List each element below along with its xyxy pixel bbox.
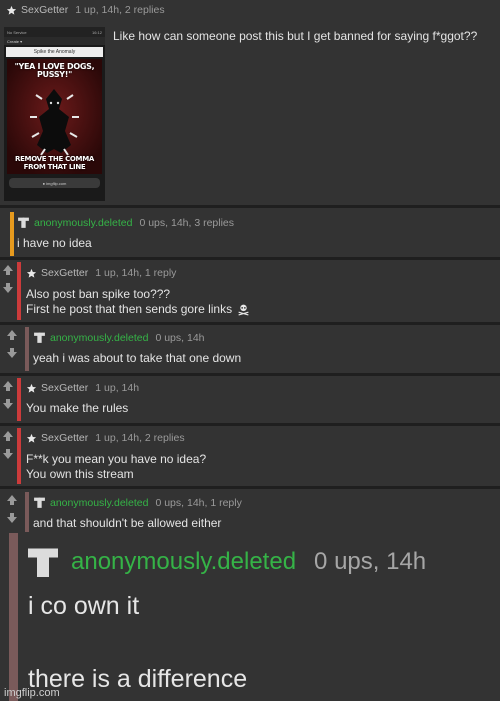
- comment-6: anonymously.deleted 0 ups, 14h, 1 reply …: [0, 489, 500, 701]
- comment-text: yeah i was about to take that one down: [33, 351, 242, 365]
- vote-controls: [4, 329, 20, 359]
- vote-controls: [0, 264, 16, 294]
- phone-toolbar: Create ▾: [4, 37, 105, 45]
- upvote-arrow-icon[interactable]: [2, 264, 14, 276]
- skull-crossbones-icon: [237, 303, 250, 316]
- vote-controls: [4, 494, 20, 524]
- comment-text: and that shouldn't be allowed either: [33, 516, 222, 530]
- thread-bar: [17, 262, 21, 320]
- comment-meta: 1 up, 14h, 1 reply: [95, 267, 177, 279]
- comment-2: SexGetter 1 up, 14h, 1 reply Also post b…: [0, 260, 500, 322]
- comment-text-line: First he post that then sends gore links: [26, 302, 233, 316]
- comment-header: SexGetter 1 up, 14h: [26, 382, 139, 394]
- user-silhouette-icon: [25, 544, 61, 580]
- image-title: Spike the Anomaly: [6, 47, 103, 57]
- downvote-arrow-icon[interactable]: [2, 448, 14, 460]
- comment-meta: 0 ups, 14h: [155, 331, 205, 344]
- comment-header: anonymously.deleted 0 ups, 14h, 1 reply: [33, 496, 242, 509]
- user-silhouette-icon: [17, 216, 30, 229]
- comment-text: there is a difference: [28, 665, 248, 693]
- star-icon: [26, 268, 37, 279]
- comment-header: anonymously.deleted 0 ups, 14h: [33, 331, 205, 344]
- status-left: No Service: [7, 29, 27, 35]
- comment-username[interactable]: SexGetter: [41, 267, 88, 279]
- upvote-arrow-icon[interactable]: [2, 380, 14, 392]
- user-silhouette-icon: [33, 496, 46, 509]
- thread-bar: [25, 492, 29, 532]
- comment-4: SexGetter 1 up, 14h You make the rules: [0, 376, 500, 423]
- comment-text: First he post that then sends gore links: [26, 302, 250, 316]
- comment-text: F**k you mean you have no idea?: [26, 452, 207, 466]
- comment-text: Like how can someone post this but I get…: [113, 29, 478, 43]
- comment-text: You make the rules: [26, 401, 129, 415]
- comment-username[interactable]: anonymously.deleted: [50, 332, 148, 344]
- meme-caption-top: "YEA I LOVE DOGS, PUSSY!": [14, 62, 95, 79]
- downvote-arrow-icon[interactable]: [2, 282, 14, 294]
- comment-meta: 1 up, 14h: [95, 382, 140, 394]
- comment-text: i have no idea: [17, 236, 92, 250]
- comment-0: SexGetter 1 up, 14h, 2 replies Like how …: [0, 0, 500, 205]
- comment-text: i co own it: [28, 592, 140, 620]
- comment-text: You own this stream: [26, 467, 134, 481]
- upvote-arrow-icon[interactable]: [2, 430, 14, 442]
- comment-header: anonymously.deleted 0 ups, 14h, 3 replie…: [17, 216, 234, 229]
- comment-username[interactable]: SexGetter: [21, 4, 68, 16]
- status-right: 16:12: [91, 29, 102, 35]
- phone-url-bar: ● imgflip.com: [9, 178, 100, 188]
- comment-meta: 1 up, 14h, 2 replies: [95, 432, 185, 444]
- star-icon: [6, 5, 17, 16]
- watermark: imgflip.com: [4, 687, 60, 699]
- comment-username[interactable]: anonymously.deleted: [34, 217, 132, 229]
- comment-text: Also post ban spike too???: [26, 287, 171, 301]
- star-icon: [26, 383, 37, 394]
- phone-status-bar: No Service 16:12: [4, 27, 105, 37]
- upvote-arrow-icon[interactable]: [6, 494, 18, 506]
- vote-controls: [0, 380, 16, 410]
- vote-controls: [0, 430, 16, 460]
- comment-1: anonymously.deleted 0 ups, 14h, 3 replie…: [0, 208, 500, 257]
- downvote-arrow-icon[interactable]: [2, 398, 14, 410]
- upvote-arrow-icon[interactable]: [6, 329, 18, 341]
- comment-image[interactable]: No Service 16:12 Create ▾ Spike the Anom…: [4, 27, 105, 201]
- star-icon: [26, 433, 37, 444]
- comment-username[interactable]: SexGetter: [41, 432, 88, 444]
- thread-bar: [10, 212, 14, 256]
- user-silhouette-icon: [33, 331, 46, 344]
- comment-header: SexGetter 1 up, 14h, 2 replies: [6, 4, 165, 16]
- comment-meta: 0 ups, 14h, 1 reply: [155, 496, 242, 509]
- thread-bar: [25, 327, 29, 371]
- meme-caption-bottom: REMOVE THE COMMA FROM THAT LINE: [14, 155, 95, 171]
- comment-5: SexGetter 1 up, 14h, 2 replies F**k you …: [0, 426, 500, 486]
- downvote-arrow-icon[interactable]: [6, 347, 18, 359]
- comment-username[interactable]: SexGetter: [41, 382, 88, 394]
- comment-header: anonymously.deleted 0 ups, 14h: [25, 544, 426, 580]
- comment-meta: 0 ups, 14h, 3 replies: [139, 216, 235, 229]
- downvote-arrow-icon[interactable]: [6, 512, 18, 524]
- comment-username[interactable]: anonymously.deleted: [71, 548, 296, 576]
- comment-meta: 1 up, 14h, 2 replies: [75, 4, 165, 16]
- comment-3: anonymously.deleted 0 ups, 14h yeah i wa…: [0, 325, 500, 373]
- thread-bar: [17, 428, 21, 484]
- comment-meta: 0 ups, 14h: [314, 548, 427, 575]
- thread-bar: [17, 378, 21, 421]
- comment-username[interactable]: anonymously.deleted: [50, 497, 148, 509]
- thread-bar: [9, 533, 18, 701]
- comment-header: SexGetter 1 up, 14h, 1 reply: [26, 267, 176, 279]
- meme-poster: "YEA I LOVE DOGS, PUSSY!" REMOVE THE COM…: [7, 59, 102, 174]
- comment-header: SexGetter 1 up, 14h, 2 replies: [26, 432, 185, 444]
